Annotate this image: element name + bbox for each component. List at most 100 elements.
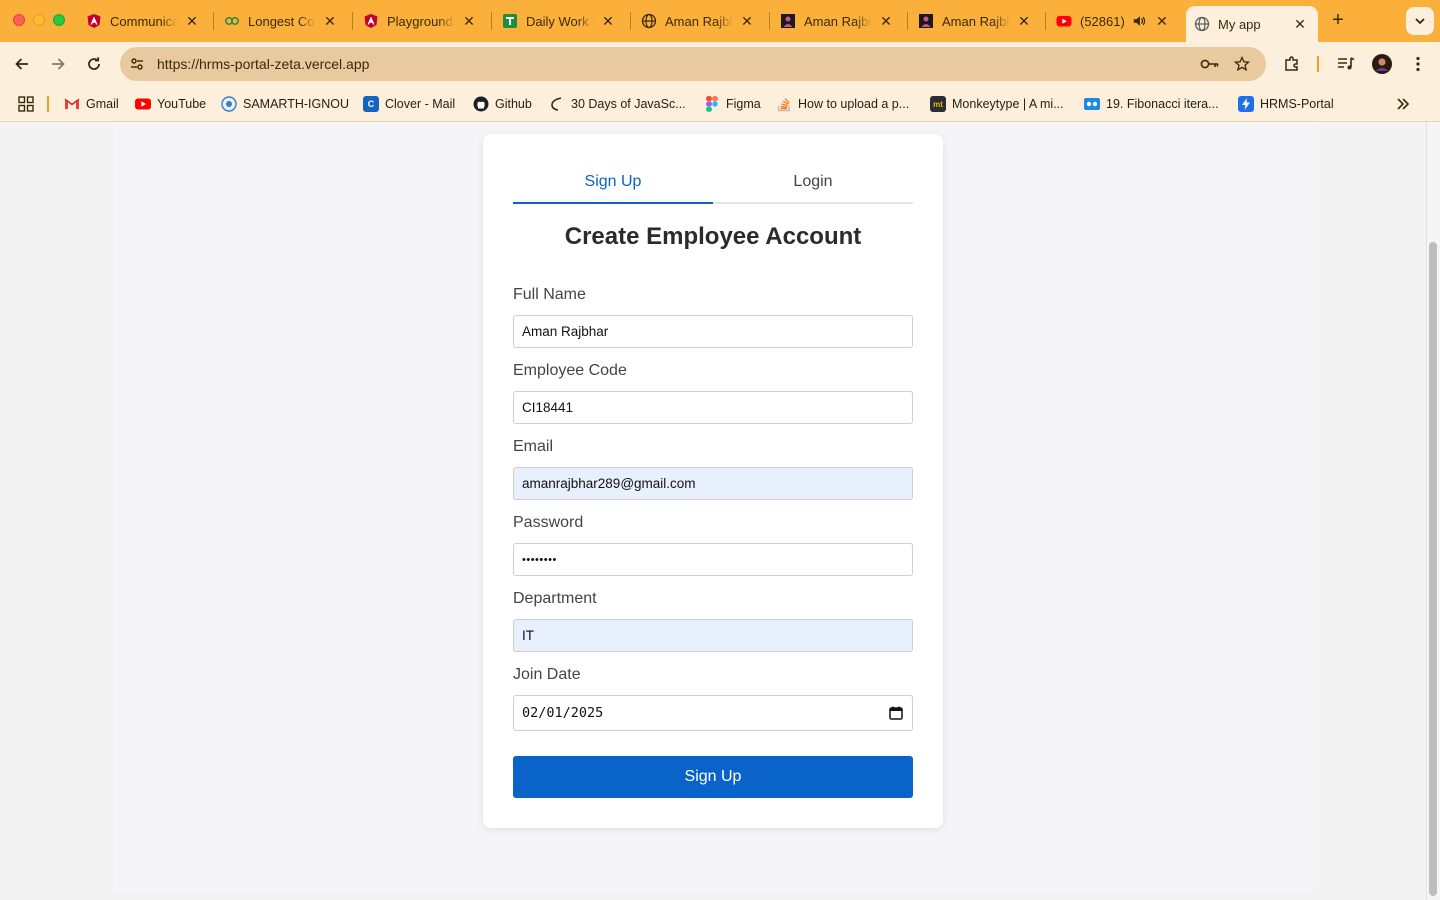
figma-icon xyxy=(704,96,720,112)
bookmark-label: 19. Fibonacci itera... xyxy=(1106,97,1219,111)
email-input[interactable]: amanrajbhar289@gmail.com xyxy=(513,467,913,500)
more-menu-icon[interactable] xyxy=(1408,54,1428,74)
signup-card: Sign Up Login Create Employee Account Fu… xyxy=(483,134,943,828)
bookmark-label: SAMARTH-IGNOU xyxy=(243,97,350,111)
bookmark-item[interactable]: How to upload a p... xyxy=(776,94,909,114)
youtube-icon xyxy=(1056,13,1072,29)
forward-icon[interactable] xyxy=(46,52,70,76)
tab-title: Aman Rajbhar xyxy=(665,13,733,29)
avatar[interactable] xyxy=(1372,54,1392,74)
new-tab-icon[interactable]: + xyxy=(1327,10,1349,32)
tab-separator xyxy=(630,12,631,30)
speaker-icon[interactable] xyxy=(1131,13,1147,29)
bookmark-label: Clover - Mail xyxy=(385,97,456,111)
tab-title: Playground xyxy=(387,13,453,29)
tab-login[interactable]: Login xyxy=(713,162,913,202)
calendar-icon[interactable] xyxy=(888,705,904,721)
bolt-icon xyxy=(1238,96,1254,112)
close-icon[interactable]: ✕ xyxy=(878,13,894,29)
browser-tab[interactable]: Aman Rajbhar ✕ xyxy=(910,6,1042,36)
page-title: Create Employee Account xyxy=(564,223,862,250)
close-icon[interactable]: ✕ xyxy=(739,13,755,29)
browser-tab-active[interactable]: My app ✕ xyxy=(1186,6,1318,42)
bookmark-label: Gmail xyxy=(86,97,119,111)
tab-title: Aman Rajbhar xyxy=(942,13,1010,29)
bookmark-item[interactable]: Gmail xyxy=(64,94,119,114)
more-bookmarks-icon[interactable] xyxy=(1396,94,1410,114)
tab-title: (52861) xyxy=(1080,13,1125,29)
tab-separator xyxy=(769,12,770,30)
bookmark-label: How to upload a p... xyxy=(798,97,910,111)
employee-code-input[interactable]: CI18441 xyxy=(513,391,913,424)
auth-tabs: Sign Up Login xyxy=(513,162,913,204)
bookmark-item[interactable]: HRMS-Portal xyxy=(1238,94,1334,114)
department-label: Department xyxy=(513,590,597,607)
bookmark-label: YouTube xyxy=(157,97,207,111)
password-label: Password xyxy=(513,514,584,531)
browser-tab[interactable]: Aman Rajbhar ✕ xyxy=(633,6,765,36)
close-icon[interactable]: ✕ xyxy=(322,13,338,29)
close-icon[interactable]: ✕ xyxy=(1154,13,1170,29)
close-icon[interactable]: ✕ xyxy=(1292,16,1308,32)
bookmark-star-icon[interactable] xyxy=(1232,54,1252,74)
bookmark-label: Figma xyxy=(726,97,761,111)
extensions-icon[interactable] xyxy=(1282,54,1302,74)
password-key-icon[interactable] xyxy=(1200,54,1220,74)
close-window-button[interactable] xyxy=(13,14,25,26)
tab-title: Daily Work Log xyxy=(526,13,594,29)
bookmark-item[interactable]: 30 Days of JavaSc... xyxy=(549,94,686,114)
bookmark-item[interactable]: Figma xyxy=(704,94,761,114)
back-icon[interactable] xyxy=(10,52,34,76)
github-icon xyxy=(473,96,489,112)
minimize-window-button[interactable] xyxy=(33,14,45,26)
bookmark-item[interactable]: YouTube xyxy=(135,94,206,114)
maximize-window-button[interactable] xyxy=(53,14,65,26)
tab-title: Communication xyxy=(110,13,178,29)
close-icon[interactable]: ✕ xyxy=(461,13,477,29)
bookmark-item[interactable]: 19. Fibonacci itera... xyxy=(1084,94,1219,114)
profile-icon xyxy=(780,13,796,29)
browser-tab[interactable]: Communication ✕ xyxy=(78,6,210,36)
bookmark-label: HRMS-Portal xyxy=(1260,97,1334,111)
tab-title: My app xyxy=(1218,16,1261,32)
tab-separator xyxy=(491,12,492,30)
join-date-input[interactable]: 02/01/2025 xyxy=(513,695,913,731)
youtube-icon xyxy=(135,96,151,112)
bookmark-item[interactable]: SAMARTH-IGNOU xyxy=(221,94,349,114)
full-name-input[interactable]: Aman Rajbhar xyxy=(513,315,913,348)
tab-separator xyxy=(907,12,908,30)
tab-search-button[interactable] xyxy=(1406,7,1434,35)
department-input[interactable]: IT xyxy=(513,619,913,652)
tab-separator xyxy=(352,12,353,30)
ignou-icon xyxy=(221,96,237,112)
bookmark-item[interactable]: Github xyxy=(473,94,532,114)
close-icon[interactable]: ✕ xyxy=(184,13,200,29)
browser-tab[interactable]: Aman Rajbhar ✕ xyxy=(772,6,904,36)
site-settings-icon[interactable] xyxy=(127,54,147,74)
bookmarks-divider xyxy=(47,96,49,112)
apps-grid-icon[interactable] xyxy=(18,94,34,114)
angular-icon xyxy=(86,13,102,29)
reload-icon[interactable] xyxy=(82,52,106,76)
browser-tab[interactable]: Playground ✕ xyxy=(355,6,487,36)
bookmark-label: 30 Days of JavaSc... xyxy=(571,97,686,111)
close-icon[interactable]: ✕ xyxy=(600,13,616,29)
browser-tab[interactable]: (52861) ✕ xyxy=(1048,6,1180,36)
browser-tab[interactable]: Daily Work Log ✕ xyxy=(494,6,626,36)
toolbar-divider xyxy=(1317,56,1319,72)
tab-sign-up[interactable]: Sign Up xyxy=(513,162,713,204)
scrollbar-thumb[interactable] xyxy=(1429,242,1437,896)
full-name-label: Full Name xyxy=(513,286,586,303)
media-control-icon[interactable] xyxy=(1336,54,1356,74)
bookmark-label: Monkeytype | A mi... xyxy=(952,97,1064,111)
browser-tab[interactable]: Longest Common ✕ xyxy=(216,6,348,36)
browser-tab-bar: Communication ✕ Longest Common ✕ Playgro… xyxy=(0,0,1440,42)
sign-up-button[interactable]: Sign Up xyxy=(513,756,913,798)
url-text[interactable]: https://hrms-portal-zeta.vercel.app xyxy=(157,55,369,73)
close-icon[interactable]: ✕ xyxy=(1016,13,1032,29)
password-input[interactable]: •••••••• xyxy=(513,543,913,576)
bookmark-icon xyxy=(1084,96,1100,112)
tab-separator xyxy=(213,12,214,30)
bookmark-item[interactable]: mt Monkeytype | A mi... xyxy=(930,94,1064,114)
bookmark-item[interactable]: C Clover - Mail xyxy=(363,94,455,114)
